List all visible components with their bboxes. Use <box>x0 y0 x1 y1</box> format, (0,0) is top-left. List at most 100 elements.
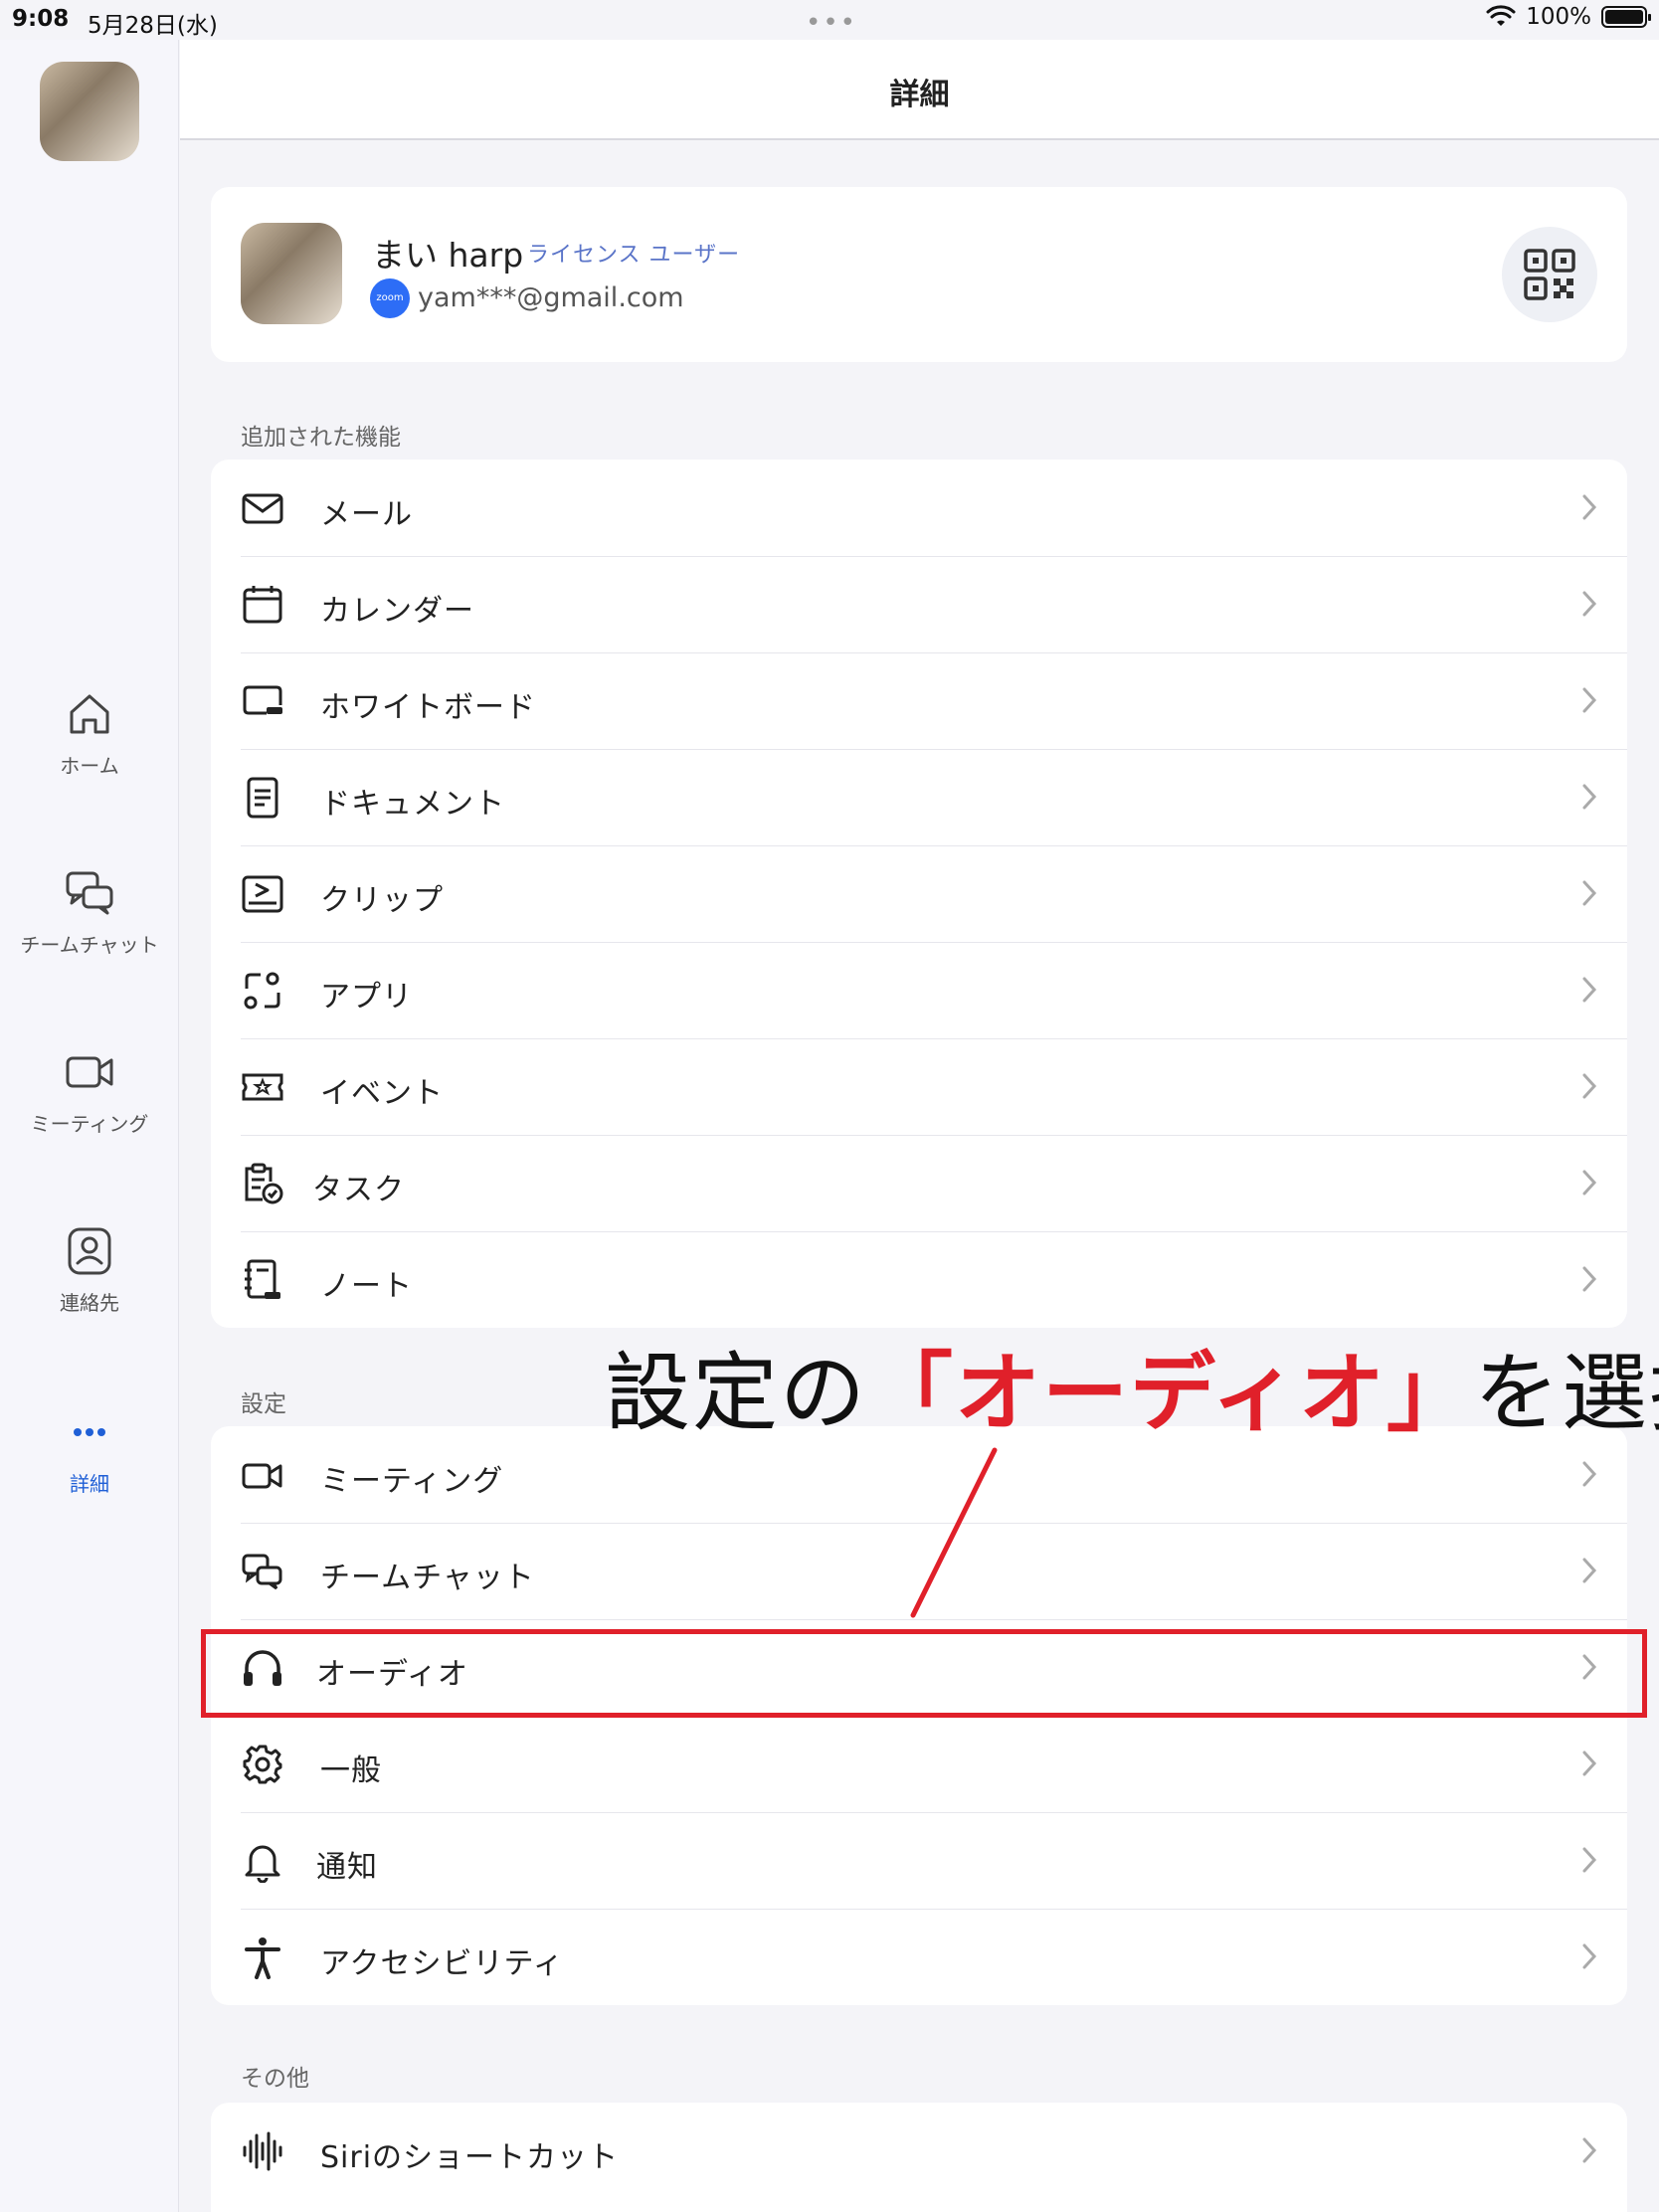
task-clipboard-icon <box>245 1163 283 1204</box>
profile-email: yam***@gmail.com <box>418 282 684 313</box>
chevron-right-icon <box>1582 1170 1597 1196</box>
list-item-settings-general[interactable]: 一般 <box>211 1716 1627 1812</box>
notes-icon <box>245 1259 280 1299</box>
chevron-right-icon <box>1582 1461 1597 1487</box>
waveform-icon <box>243 2131 282 2171</box>
annotation-pointer-line <box>910 1447 998 1618</box>
row-label: アプリ <box>320 980 413 1014</box>
row-label: Siriのショートカット <box>320 2140 620 2175</box>
mail-icon <box>242 493 283 524</box>
list-item-settings-notifications[interactable]: 通知 <box>211 1812 1627 1909</box>
other-list: Siriのショートカット <box>211 2103 1627 2212</box>
video-icon <box>242 1463 282 1489</box>
row-label: イベント <box>320 1076 444 1111</box>
chat-icon <box>66 871 113 915</box>
nav-contacts[interactable]: 連絡先 <box>0 1223 179 1316</box>
row-label: ノート <box>320 1269 413 1304</box>
sidebar: ホーム チームチャット ミーティング 連絡先 詳細 <box>0 40 179 2212</box>
list-item-apps[interactable]: アプリ <box>211 942 1627 1038</box>
event-ticket-icon <box>242 1073 283 1101</box>
chevron-right-icon <box>1582 2137 1597 2163</box>
row-label: ドキュメント <box>320 787 505 822</box>
header: 詳細 <box>180 40 1659 140</box>
chevron-right-icon <box>1582 494 1597 520</box>
more-icon <box>74 1428 105 1436</box>
row-label: タスク <box>312 1173 405 1207</box>
chevron-right-icon <box>1582 1266 1597 1292</box>
chevron-right-icon <box>1582 1073 1597 1099</box>
profile-name: まい harp <box>372 236 524 275</box>
annotation-highlight: 「オーディオ」 <box>867 1344 1474 1443</box>
list-item-whiteboard[interactable]: ホワイトボード <box>211 652 1627 749</box>
annotation-prefix: 設定の <box>605 1344 867 1443</box>
row-label: 一般 <box>320 1753 382 1788</box>
whiteboard-icon <box>243 685 282 715</box>
nav-meeting[interactable]: ミーティング <box>0 1044 179 1137</box>
list-item-tasks[interactable]: タスク <box>211 1135 1627 1231</box>
list-item-clips[interactable]: クリップ <box>211 845 1627 942</box>
nav-more[interactable]: 詳細 <box>0 1404 179 1497</box>
clip-icon <box>242 875 283 913</box>
section-label-other: その他 <box>241 2066 309 2092</box>
list-item-calendar[interactable]: カレンダー <box>211 556 1627 652</box>
nav-home-label: ホーム <box>60 754 119 778</box>
row-label: メール <box>320 497 413 532</box>
status-right: 100% <box>1486 4 1651 30</box>
added-features-list: メール カレンダー ホワイトボード ドキュメント クリップ アプリ イベント タ… <box>211 460 1627 1328</box>
battery-icon <box>1601 6 1651 28</box>
document-icon <box>247 777 278 819</box>
annotation-suffix: を選択 <box>1473 1344 1659 1443</box>
status-bar: 9:08 5月28日(水) ••• 100% <box>0 0 1659 40</box>
list-item-events[interactable]: イベント <box>211 1038 1627 1135</box>
avatar[interactable] <box>40 62 139 161</box>
bell-icon <box>245 1845 280 1883</box>
row-label: 通知 <box>316 1850 378 1885</box>
battery-level <box>1605 10 1643 24</box>
chevron-right-icon <box>1582 591 1597 617</box>
battery-percent: 100% <box>1526 4 1591 30</box>
home-icon <box>70 694 109 734</box>
video-icon <box>66 1056 113 1088</box>
row-label: チームチャット <box>320 1561 535 1595</box>
gear-icon <box>243 1745 282 1784</box>
chevron-right-icon <box>1582 880 1597 906</box>
zoom-logo: zoom <box>370 278 410 318</box>
section-label-added: 追加された機能 <box>241 425 401 451</box>
chevron-right-icon <box>1582 784 1597 810</box>
apps-icon <box>244 972 280 1010</box>
nav-team-chat-label: チームチャット <box>20 933 159 957</box>
calendar-icon <box>243 586 282 624</box>
profile-avatar[interactable] <box>241 223 342 324</box>
list-item-notes[interactable]: ノート <box>211 1231 1627 1328</box>
chevron-right-icon <box>1582 977 1597 1003</box>
multitask-dots[interactable]: ••• <box>806 8 857 38</box>
wifi-icon <box>1486 5 1516 26</box>
annotation-text: 設定の「オーディオ」を選択 <box>605 1323 1659 1447</box>
qr-code-icon <box>1524 249 1575 300</box>
list-item-mail[interactable]: メール <box>211 460 1627 556</box>
row-label: アクセシビリティ <box>320 1946 564 1981</box>
section-label-settings: 設定 <box>241 1391 286 1417</box>
accessibility-icon <box>245 1937 280 1979</box>
row-label: カレンダー <box>320 594 474 629</box>
contacts-icon <box>68 1227 111 1275</box>
nav-more-label: 詳細 <box>70 1472 109 1496</box>
nav-team-chat[interactable]: チームチャット <box>0 865 179 958</box>
profile-card[interactable]: まい harp ライセンス ユーザー zoom yam***@gmail.com <box>211 187 1627 362</box>
qr-code-button[interactable] <box>1502 227 1597 322</box>
chevron-right-icon <box>1582 1847 1597 1873</box>
list-item-documents[interactable]: ドキュメント <box>211 749 1627 845</box>
chat-icon <box>242 1554 282 1590</box>
nav-contacts-label: 連絡先 <box>60 1291 119 1315</box>
list-item-settings-accessibility[interactable]: アクセシビリティ <box>211 1909 1627 2005</box>
status-time: 9:08 <box>12 6 70 32</box>
license-badge: ライセンス ユーザー <box>527 243 741 268</box>
status-date: 5月28日(水) <box>88 13 218 39</box>
nav-home[interactable]: ホーム <box>0 686 179 779</box>
chevron-right-icon <box>1582 1558 1597 1583</box>
chevron-right-icon <box>1582 1751 1597 1776</box>
chevron-right-icon <box>1582 1943 1597 1969</box>
list-item-siri-shortcuts[interactable]: Siriのショートカット <box>211 2103 1627 2199</box>
row-label: ミーティング <box>320 1464 504 1499</box>
nav-meeting-label: ミーティング <box>30 1112 149 1136</box>
